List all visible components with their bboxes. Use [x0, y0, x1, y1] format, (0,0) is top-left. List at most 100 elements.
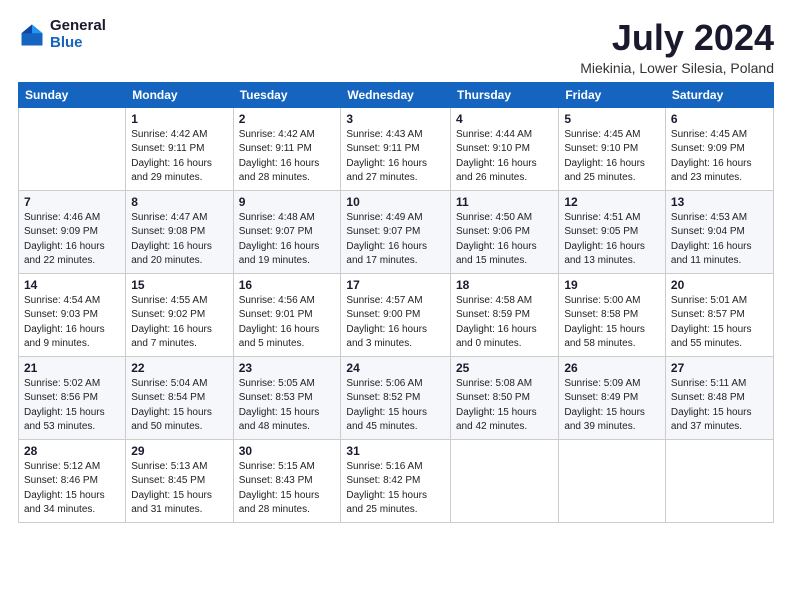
- day-number: 12: [564, 195, 660, 209]
- calendar-cell: 16 Sunrise: 4:56 AM Sunset: 9:01 PM Dayli…: [233, 273, 341, 356]
- month-title: July 2024: [580, 18, 774, 58]
- day-number: 31: [346, 444, 445, 458]
- calendar-cell: 7 Sunrise: 4:46 AM Sunset: 9:09 PM Daylig…: [19, 190, 126, 273]
- calendar-week-row: 21 Sunrise: 5:02 AM Sunset: 8:56 PM Dayli…: [19, 356, 774, 439]
- cell-details: Sunrise: 4:42 AM Sunset: 9:11 PM Dayligh…: [239, 128, 336, 186]
- day-number: 23: [239, 361, 336, 375]
- calendar-cell: 10 Sunrise: 4:49 AM Sunset: 9:07 PM Dayli…: [341, 190, 451, 273]
- calendar-cell: [559, 439, 666, 522]
- cell-details: Sunrise: 4:43 AM Sunset: 9:11 PM Dayligh…: [346, 128, 445, 186]
- calendar-cell: 5 Sunrise: 4:45 AM Sunset: 9:10 PM Daylig…: [559, 107, 666, 190]
- cell-details: Sunrise: 5:09 AM Sunset: 8:49 PM Dayligh…: [564, 377, 660, 435]
- cell-details: Sunrise: 5:11 AM Sunset: 8:48 PM Dayligh…: [671, 377, 768, 435]
- logo-general-text: General: [50, 18, 106, 35]
- day-number: 15: [131, 278, 227, 292]
- day-number: 6: [671, 112, 768, 126]
- logo-blue-text: Blue: [50, 35, 106, 52]
- day-number: 20: [671, 278, 768, 292]
- logo-text: General Blue: [50, 18, 106, 51]
- day-number: 8: [131, 195, 227, 209]
- calendar-cell: 12 Sunrise: 4:51 AM Sunset: 9:05 PM Dayli…: [559, 190, 666, 273]
- day-number: 24: [346, 361, 445, 375]
- cell-details: Sunrise: 5:05 AM Sunset: 8:53 PM Dayligh…: [239, 377, 336, 435]
- day-number: 17: [346, 278, 445, 292]
- calendar-cell: 24 Sunrise: 5:06 AM Sunset: 8:52 PM Dayli…: [341, 356, 451, 439]
- weekday-header-saturday: Saturday: [665, 82, 773, 107]
- calendar-cell: 29Sunrise: 5:13 AM Sunset: 8:45 PM Dayli…: [126, 439, 233, 522]
- cell-details: Sunrise: 5:04 AM Sunset: 8:54 PM Dayligh…: [131, 377, 227, 435]
- calendar-cell: 18Sunrise: 4:58 AM Sunset: 8:59 PM Dayli…: [450, 273, 558, 356]
- calendar-week-row: 1 Sunrise: 4:42 AM Sunset: 9:11 PM Daylig…: [19, 107, 774, 190]
- day-number: 13: [671, 195, 768, 209]
- calendar-cell: 17 Sunrise: 4:57 AM Sunset: 9:00 PM Dayli…: [341, 273, 451, 356]
- cell-details: Sunrise: 5:08 AM Sunset: 8:50 PM Dayligh…: [456, 377, 553, 435]
- page: General Blue July 2024 Miekinia, Lower S…: [0, 0, 792, 612]
- day-number: 1: [131, 112, 227, 126]
- weekday-header-friday: Friday: [559, 82, 666, 107]
- cell-details: Sunrise: 4:50 AM Sunset: 9:06 PM Dayligh…: [456, 211, 553, 269]
- day-number: 10: [346, 195, 445, 209]
- calendar-cell: 14Sunrise: 4:54 AM Sunset: 9:03 PM Dayli…: [19, 273, 126, 356]
- calendar-cell: 2Sunrise: 4:42 AM Sunset: 9:11 PM Daylig…: [233, 107, 341, 190]
- cell-details: Sunrise: 4:57 AM Sunset: 9:00 PM Dayligh…: [346, 294, 445, 352]
- calendar-cell: 9Sunrise: 4:48 AM Sunset: 9:07 PM Daylig…: [233, 190, 341, 273]
- day-number: 30: [239, 444, 336, 458]
- cell-details: Sunrise: 5:00 AM Sunset: 8:58 PM Dayligh…: [564, 294, 660, 352]
- day-number: 16: [239, 278, 336, 292]
- day-number: 26: [564, 361, 660, 375]
- calendar-cell: 3 Sunrise: 4:43 AM Sunset: 9:11 PM Daylig…: [341, 107, 451, 190]
- location: Miekinia, Lower Silesia, Poland: [580, 60, 774, 76]
- calendar-cell: 20Sunrise: 5:01 AM Sunset: 8:57 PM Dayli…: [665, 273, 773, 356]
- calendar-week-row: 7 Sunrise: 4:46 AM Sunset: 9:09 PM Daylig…: [19, 190, 774, 273]
- cell-details: Sunrise: 4:54 AM Sunset: 9:03 PM Dayligh…: [24, 294, 120, 352]
- day-number: 28: [24, 444, 120, 458]
- cell-details: Sunrise: 4:46 AM Sunset: 9:09 PM Dayligh…: [24, 211, 120, 269]
- calendar-cell: [19, 107, 126, 190]
- day-number: 22: [131, 361, 227, 375]
- cell-details: Sunrise: 4:49 AM Sunset: 9:07 PM Dayligh…: [346, 211, 445, 269]
- day-number: 21: [24, 361, 120, 375]
- calendar-week-row: 14Sunrise: 4:54 AM Sunset: 9:03 PM Dayli…: [19, 273, 774, 356]
- cell-details: Sunrise: 5:15 AM Sunset: 8:43 PM Dayligh…: [239, 460, 336, 518]
- calendar-cell: 8Sunrise: 4:47 AM Sunset: 9:08 PM Daylig…: [126, 190, 233, 273]
- calendar-cell: [450, 439, 558, 522]
- cell-details: Sunrise: 5:02 AM Sunset: 8:56 PM Dayligh…: [24, 377, 120, 435]
- cell-details: Sunrise: 4:58 AM Sunset: 8:59 PM Dayligh…: [456, 294, 553, 352]
- cell-details: Sunrise: 5:16 AM Sunset: 8:42 PM Dayligh…: [346, 460, 445, 518]
- cell-details: Sunrise: 4:45 AM Sunset: 9:09 PM Dayligh…: [671, 128, 768, 186]
- cell-details: Sunrise: 4:51 AM Sunset: 9:05 PM Dayligh…: [564, 211, 660, 269]
- day-number: 25: [456, 361, 553, 375]
- weekday-header-sunday: Sunday: [19, 82, 126, 107]
- day-number: 9: [239, 195, 336, 209]
- calendar-cell: [665, 439, 773, 522]
- weekday-header-row: SundayMondayTuesdayWednesdayThursdayFrid…: [19, 82, 774, 107]
- weekday-header-tuesday: Tuesday: [233, 82, 341, 107]
- calendar-cell: 4Sunrise: 4:44 AM Sunset: 9:10 PM Daylig…: [450, 107, 558, 190]
- day-number: 5: [564, 112, 660, 126]
- day-number: 7: [24, 195, 120, 209]
- calendar-cell: 21 Sunrise: 5:02 AM Sunset: 8:56 PM Dayli…: [19, 356, 126, 439]
- cell-details: Sunrise: 4:56 AM Sunset: 9:01 PM Dayligh…: [239, 294, 336, 352]
- calendar-cell: 13 Sunrise: 4:53 AM Sunset: 9:04 PM Dayli…: [665, 190, 773, 273]
- weekday-header-thursday: Thursday: [450, 82, 558, 107]
- calendar-cell: 25 Sunrise: 5:08 AM Sunset: 8:50 PM Dayli…: [450, 356, 558, 439]
- logo: General Blue: [18, 18, 106, 51]
- cell-details: Sunrise: 4:44 AM Sunset: 9:10 PM Dayligh…: [456, 128, 553, 186]
- calendar-cell: 23 Sunrise: 5:05 AM Sunset: 8:53 PM Dayli…: [233, 356, 341, 439]
- cell-details: Sunrise: 4:53 AM Sunset: 9:04 PM Dayligh…: [671, 211, 768, 269]
- cell-details: Sunrise: 5:12 AM Sunset: 8:46 PM Dayligh…: [24, 460, 120, 518]
- calendar-cell: 19Sunrise: 5:00 AM Sunset: 8:58 PM Dayli…: [559, 273, 666, 356]
- cell-details: Sunrise: 4:42 AM Sunset: 9:11 PM Dayligh…: [131, 128, 227, 186]
- day-number: 27: [671, 361, 768, 375]
- calendar-cell: 31 Sunrise: 5:16 AM Sunset: 8:42 PM Dayli…: [341, 439, 451, 522]
- day-number: 3: [346, 112, 445, 126]
- calendar-table: SundayMondayTuesdayWednesdayThursdayFrid…: [18, 82, 774, 523]
- logo-icon: [18, 21, 46, 49]
- title-block: July 2024 Miekinia, Lower Silesia, Polan…: [580, 18, 774, 76]
- calendar-cell: 26 Sunrise: 5:09 AM Sunset: 8:49 PM Dayli…: [559, 356, 666, 439]
- cell-details: Sunrise: 4:45 AM Sunset: 9:10 PM Dayligh…: [564, 128, 660, 186]
- cell-details: Sunrise: 5:06 AM Sunset: 8:52 PM Dayligh…: [346, 377, 445, 435]
- cell-details: Sunrise: 4:55 AM Sunset: 9:02 PM Dayligh…: [131, 294, 227, 352]
- calendar-cell: 11Sunrise: 4:50 AM Sunset: 9:06 PM Dayli…: [450, 190, 558, 273]
- calendar-cell: 27 Sunrise: 5:11 AM Sunset: 8:48 PM Dayli…: [665, 356, 773, 439]
